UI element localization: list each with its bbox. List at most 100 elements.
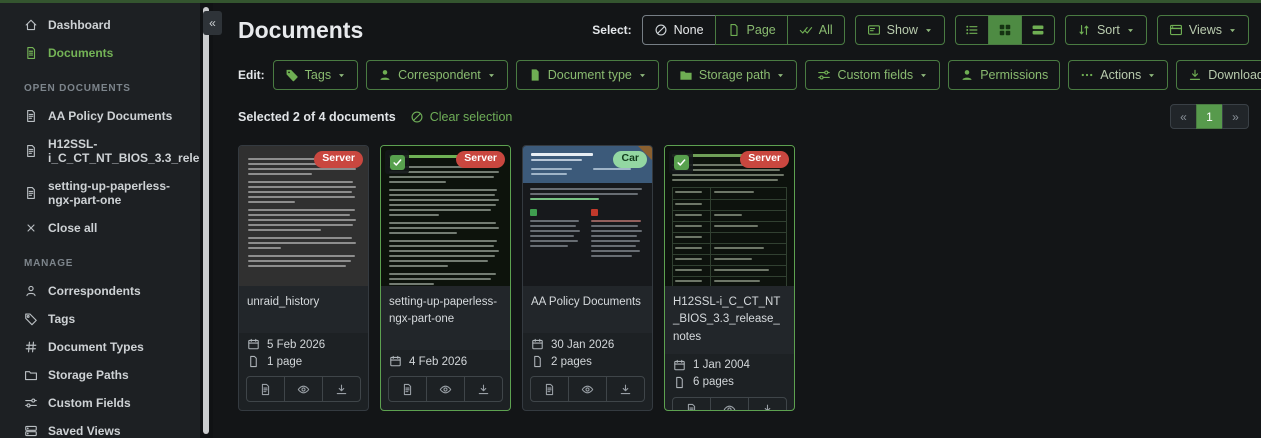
edit-document-button[interactable] xyxy=(673,398,710,411)
sort-button[interactable]: Sort xyxy=(1065,15,1147,45)
sidebar-item-document-types-label: Document Types xyxy=(48,340,144,354)
document-card[interactable]: CarAA Policy Documents30 Jan 20262 pages xyxy=(522,145,653,411)
list-view-button[interactable] xyxy=(955,15,989,45)
preview-document-button[interactable] xyxy=(568,377,606,401)
close-all-button[interactable]: Close all xyxy=(0,214,200,242)
folder-icon xyxy=(24,368,38,382)
document-title[interactable]: AA Policy Documents xyxy=(523,286,652,333)
correspondent-button[interactable]: Correspondent xyxy=(366,60,508,90)
pagination-prev-button[interactable]: « xyxy=(1170,104,1197,129)
storage-path-button[interactable]: Storage path xyxy=(667,60,798,90)
document-card[interactable]: Serversetting-up-paperless-ngx-part-one4… xyxy=(380,145,511,411)
page-count-label: 6 pages xyxy=(693,376,734,388)
grid-icon xyxy=(998,23,1012,37)
tag-badge[interactable]: Car xyxy=(613,151,647,168)
document-thumbnail[interactable]: Server xyxy=(381,146,510,286)
preview-document-button[interactable] xyxy=(284,377,322,401)
calendar-icon xyxy=(389,355,402,368)
edit-document-button[interactable] xyxy=(389,377,426,401)
eye-icon xyxy=(439,383,452,396)
sidebar-item-saved-views[interactable]: Saved Views xyxy=(0,417,200,438)
sidebar-item-documents-label: Documents xyxy=(48,46,113,60)
sidebar-item-storage-paths[interactable]: Storage Paths xyxy=(0,361,200,389)
download-document-button[interactable] xyxy=(606,377,644,401)
edit-document-button[interactable] xyxy=(247,377,284,401)
chevron-down-icon xyxy=(924,26,933,35)
correspondent-label: Correspondent xyxy=(398,68,481,82)
detail-view-button[interactable] xyxy=(1021,15,1055,45)
sidebar: DashboardDocuments OPEN DOCUMENTS AA Pol… xyxy=(0,3,200,438)
download-document-button[interactable] xyxy=(464,377,502,401)
download-icon xyxy=(619,383,632,396)
document-type-button[interactable]: Document type xyxy=(516,60,659,90)
x-icon xyxy=(24,221,38,235)
card-action-bar xyxy=(672,397,787,411)
open-document-item-1[interactable]: H12SSL-i_C_CT_NT_BIOS_3.3_rele... xyxy=(0,130,200,172)
pagination-page-1-button[interactable]: 1 xyxy=(1196,104,1223,129)
sidebar-item-tags-label: Tags xyxy=(48,312,75,326)
sidebar-item-correspondents[interactable]: Correspondents xyxy=(0,277,200,305)
preview-document-button[interactable] xyxy=(426,377,464,401)
file-text-icon xyxy=(24,144,38,158)
sidebar-item-tags[interactable]: Tags xyxy=(0,305,200,333)
person-icon xyxy=(24,284,38,298)
download-icon xyxy=(761,403,774,411)
sidebar-item-document-types[interactable]: Document Types xyxy=(0,333,200,361)
document-title[interactable]: unraid_history xyxy=(239,286,368,333)
card-page-count: 1 page xyxy=(247,355,360,368)
chevron-down-icon xyxy=(1147,71,1156,80)
pagination-next-button[interactable]: » xyxy=(1222,104,1249,129)
open-document-item-0[interactable]: AA Policy Documents xyxy=(0,102,200,130)
document-card[interactable]: Server H12SSL-i_C_CT_NT_BIOS_3.3_release_… xyxy=(664,145,795,411)
preview-document-button[interactable] xyxy=(710,398,748,411)
three-dots-icon xyxy=(1080,68,1094,82)
select-all-button[interactable]: All xyxy=(787,15,845,45)
select-page-button[interactable]: Page xyxy=(715,15,788,45)
tag-badge[interactable]: Server xyxy=(456,151,505,168)
download-document-button[interactable] xyxy=(748,398,786,411)
permissions-label: Permissions xyxy=(980,68,1048,82)
document-thumbnail[interactable]: Car xyxy=(523,146,652,286)
close-all-button-label: Close all xyxy=(48,221,97,235)
document-thumbnail[interactable]: Server xyxy=(239,146,368,286)
sidebar-scrollbar[interactable] xyxy=(200,3,213,438)
sidebar-item-dashboard[interactable]: Dashboard xyxy=(0,11,200,39)
edit-document-button[interactable] xyxy=(531,377,568,401)
sliders-icon xyxy=(24,396,38,410)
tag-badge[interactable]: Server xyxy=(740,151,789,168)
edit-button-row: Tags Correspondent Document type Storage pa… xyxy=(273,60,1061,90)
views-button[interactable]: Views xyxy=(1157,15,1249,45)
doc-icon xyxy=(24,46,38,60)
grid-view-button[interactable] xyxy=(988,15,1022,45)
manage-header: MANAGE xyxy=(0,242,200,277)
open-document-item-2[interactable]: setting-up-paperless-ngx-part-one xyxy=(0,172,200,214)
sidebar-collapse-button[interactable]: « xyxy=(203,11,222,35)
document-title[interactable]: H12SSL-i_C_CT_NT_BIOS_3.3_release_notes xyxy=(665,286,794,354)
clear-selection-button[interactable]: Clear selection xyxy=(410,110,513,124)
select-label: Select: xyxy=(592,23,631,37)
actions-button[interactable]: Actions xyxy=(1068,60,1168,90)
chevron-down-icon xyxy=(776,71,785,80)
custom-fields-button[interactable]: Custom fields xyxy=(805,60,940,90)
file-text-icon xyxy=(259,383,272,396)
select-button-group: NonePageAll xyxy=(642,15,845,45)
download-button[interactable]: Download xyxy=(1176,60,1261,90)
tag-badge[interactable]: Server xyxy=(314,151,363,168)
show-fields-icon xyxy=(867,23,881,37)
tags-button[interactable]: Tags xyxy=(273,60,358,90)
document-thumbnail[interactable]: Server xyxy=(665,146,794,286)
clear-selection-label: Clear selection xyxy=(430,110,513,124)
card-checkbox[interactable] xyxy=(385,150,409,174)
permissions-button[interactable]: Permissions xyxy=(948,60,1060,90)
document-card[interactable]: Serverunraid_history5 Feb 20261 page xyxy=(238,145,369,411)
document-title[interactable]: setting-up-paperless-ngx-part-one xyxy=(381,286,510,350)
card-checkbox[interactable] xyxy=(669,150,693,174)
date-label: 30 Jan 2026 xyxy=(551,339,614,351)
show-button[interactable]: Show xyxy=(855,15,945,45)
select-none-button[interactable]: None xyxy=(642,15,716,45)
sidebar-item-documents[interactable]: Documents xyxy=(0,39,200,67)
scrollbar-thumb[interactable] xyxy=(203,7,209,434)
sort-button-label: Sort xyxy=(1097,23,1120,37)
sidebar-item-custom-fields[interactable]: Custom Fields xyxy=(0,389,200,417)
download-document-button[interactable] xyxy=(322,377,360,401)
